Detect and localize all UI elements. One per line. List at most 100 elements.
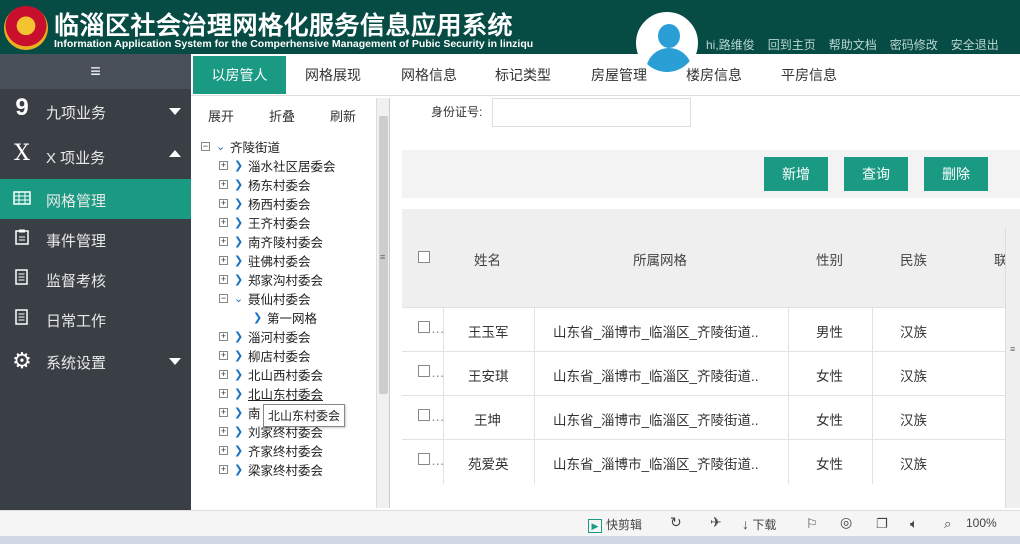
expand-icon[interactable]: +: [219, 237, 228, 246]
avatar[interactable]: [636, 12, 698, 74]
sidebar-item-system-settings[interactable]: ⚙ 系统设置: [0, 341, 191, 381]
query-button[interactable]: 查询: [844, 157, 908, 191]
browser-icon[interactable]: ◎: [840, 514, 852, 531]
help-link[interactable]: 帮助文档: [829, 36, 877, 53]
expand-icon[interactable]: +: [219, 465, 228, 474]
pin-icon[interactable]: ✈: [710, 514, 722, 531]
table-row[interactable]: … 王安琪 山东省_淄博市_临淄区_齐陵街道.. 女性 汉族: [402, 351, 1020, 396]
cell-ethnicity: 汉族: [900, 413, 927, 428]
expand-icon[interactable]: +: [219, 199, 228, 208]
chevron-right-icon: ❯: [234, 407, 244, 419]
window-icon[interactable]: ❐: [876, 516, 888, 532]
tree-node[interactable]: + ❯ 郑家沟村委会: [219, 270, 323, 289]
collapse-icon[interactable]: −: [219, 294, 228, 303]
table-row[interactable]: … 王坤 山东省_淄博市_临淄区_齐陵街道.. 女性 汉族: [402, 395, 1020, 440]
tree-node[interactable]: + ❯ 杨西村委会: [219, 194, 311, 213]
tab-mark-type[interactable]: 标记类型: [481, 56, 565, 94]
sidebar-item-nine-business[interactable]: 9 九项业务: [0, 91, 191, 131]
expand-icon[interactable]: +: [219, 446, 228, 455]
row-checkbox[interactable]: [418, 409, 430, 421]
tab-grid-display[interactable]: 网格展现: [291, 56, 375, 94]
app-header: ★ 临淄区社会治理网格化服务信息应用系统 Information Applica…: [0, 0, 1020, 54]
cell-ethnicity: 汉族: [900, 369, 927, 384]
refresh-button[interactable]: 刷新: [330, 106, 356, 125]
add-button[interactable]: 新增: [764, 157, 828, 191]
tree-node[interactable]: + ❯ 北山西村委会: [219, 365, 323, 384]
expand-button[interactable]: 展开: [208, 106, 234, 125]
expand-icon[interactable]: +: [219, 408, 228, 417]
emblem-logo: ★: [4, 6, 48, 50]
sidebar-item-x-business[interactable]: X X 项业务: [0, 136, 191, 176]
speaker-icon[interactable]: 🔈︎: [910, 516, 918, 532]
select-all-checkbox[interactable]: [418, 251, 430, 263]
tree-node[interactable]: + ❯ 淄河村委会: [219, 327, 311, 346]
change-password-link[interactable]: 密码修改: [890, 36, 938, 53]
refresh-icon[interactable]: ↻: [670, 514, 682, 531]
tab-bungalow-info[interactable]: 平房信息: [767, 56, 851, 94]
expand-icon[interactable]: +: [219, 351, 228, 360]
row-checkbox[interactable]: [418, 365, 430, 377]
zoom-icon[interactable]: ⌕: [944, 516, 951, 532]
play-icon: ▶: [588, 518, 602, 533]
flag-icon[interactable]: ⚐: [806, 516, 818, 532]
document-icon: [10, 268, 34, 290]
row-checkbox[interactable]: [418, 321, 430, 333]
tree-node-hovered[interactable]: + ❯ 北山东村委会: [219, 384, 323, 403]
tree-root[interactable]: − ⌄ 齐陵街道: [201, 137, 280, 156]
sidebar-item-event-management[interactable]: 事件管理: [0, 219, 191, 259]
expand-icon[interactable]: +: [219, 370, 228, 379]
tree-leaf[interactable]: ❯ 第一网格: [253, 308, 317, 327]
tab-grid-info[interactable]: 网格信息: [387, 56, 471, 94]
tab-house-people[interactable]: 以房管人: [193, 56, 286, 94]
expand-icon[interactable]: +: [219, 427, 228, 436]
chevron-right-icon: ❯: [234, 464, 244, 476]
chevron-right-icon: ❯: [234, 274, 244, 286]
expand-icon[interactable]: +: [219, 389, 228, 398]
cell-gender: 女性: [816, 457, 843, 472]
tree-node[interactable]: + ❯ 南: [219, 403, 261, 422]
download-button[interactable]: ↓ 下载: [742, 516, 776, 533]
tree-node[interactable]: + ❯ 梁家终村委会: [219, 460, 323, 479]
tree-node[interactable]: + ❯ 柳店村委会: [219, 346, 311, 365]
sidebar-item-grid-management[interactable]: 网格管理: [0, 179, 191, 219]
logout-link[interactable]: 安全退出: [951, 36, 999, 53]
expand-icon[interactable]: +: [219, 218, 228, 227]
sidebar-item-daily-work[interactable]: 日常工作: [0, 299, 191, 339]
collapse-button[interactable]: 折叠: [269, 106, 295, 125]
home-link[interactable]: 回到主页: [768, 36, 816, 53]
tree-node[interactable]: + ❯ 南齐陵村委会: [219, 232, 323, 251]
expand-icon[interactable]: +: [219, 275, 228, 284]
expand-icon[interactable]: +: [219, 256, 228, 265]
tree-node[interactable]: + ❯ 王齐村委会: [219, 213, 311, 232]
tree-node[interactable]: − ⌄ 聂仙村委会: [219, 289, 311, 308]
row-checkbox[interactable]: [418, 453, 430, 465]
zoom-level[interactable]: 100%: [966, 516, 997, 530]
gear-icon: ⚙: [12, 348, 32, 373]
cell-gender: 女性: [816, 413, 843, 428]
expand-icon[interactable]: +: [219, 332, 228, 341]
table-row[interactable]: … 苑爱英 山东省_淄博市_临淄区_齐陵街道.. 女性 汉族: [402, 439, 1020, 484]
column-header-name: 姓名: [474, 253, 501, 268]
tree-scrollbar[interactable]: ≡: [376, 98, 389, 508]
cell-name: 王坤: [474, 413, 501, 428]
cell-gender: 男性: [816, 325, 843, 340]
menu-toggle-icon[interactable]: ≡: [0, 54, 191, 89]
cell-name: 王玉军: [468, 325, 509, 340]
document-icon: [10, 308, 34, 330]
delete-button[interactable]: 删除: [924, 157, 988, 191]
table-header: 姓名 所属网格 性别 民族 联: [402, 209, 1020, 307]
tree-node[interactable]: + ❯ 杨东村委会: [219, 175, 311, 194]
expand-icon[interactable]: +: [219, 161, 228, 170]
tree-node[interactable]: + ❯ 淄水社区居委会: [219, 156, 336, 175]
chevron-right-icon: ❯: [234, 255, 244, 267]
table-row[interactable]: … 王玉军 山东省_淄博市_临淄区_齐陵街道.. 男性 汉族: [402, 307, 1020, 352]
tree-node[interactable]: + ❯ 齐家终村委会: [219, 441, 323, 460]
quick-edit-button[interactable]: ▶ 快剪辑: [588, 516, 642, 533]
collapse-icon[interactable]: −: [201, 142, 210, 151]
expand-icon[interactable]: +: [219, 180, 228, 189]
sidebar-item-supervision[interactable]: 监督考核: [0, 259, 191, 299]
id-number-input[interactable]: [492, 98, 691, 127]
main-scrollbar[interactable]: ≡: [1005, 228, 1020, 508]
tree-node[interactable]: + ❯ 驻佛村委会: [219, 251, 311, 270]
cell-grid: 山东省_淄博市_临淄区_齐陵街道..: [553, 413, 759, 428]
